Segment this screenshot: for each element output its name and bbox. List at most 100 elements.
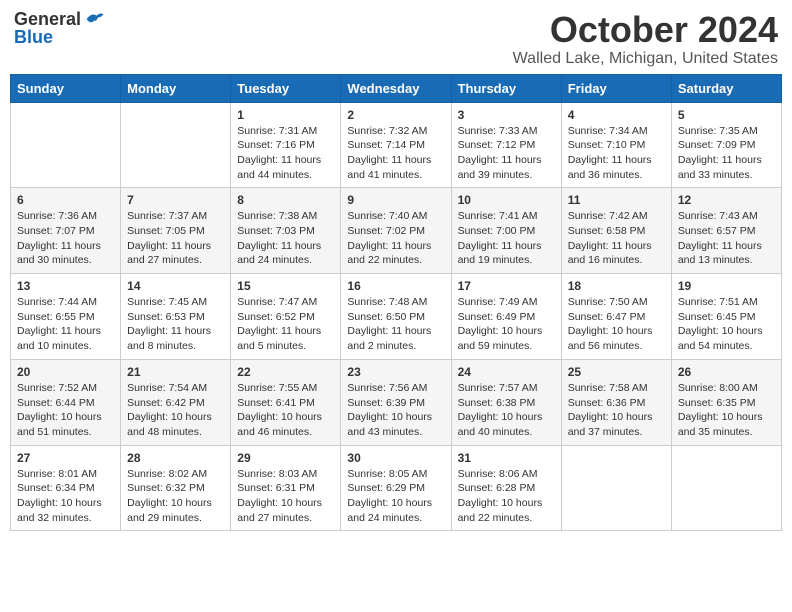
- logo-general-text: General: [14, 10, 81, 28]
- location-subtitle: Walled Lake, Michigan, United States: [513, 50, 778, 68]
- day-number: 2: [347, 108, 444, 122]
- calendar-day-cell: 20Sunrise: 7:52 AMSunset: 6:44 PMDayligh…: [11, 359, 121, 445]
- calendar-day-cell: 19 Sunrise: 7:51 AMSunset: 6:45 PMDayligh…: [671, 274, 781, 360]
- weekday-header-cell: Tuesday: [231, 74, 341, 102]
- calendar-day-cell: 27Sunrise: 8:01 AMSunset: 6:34 PMDayligh…: [11, 445, 121, 531]
- calendar-day-cell: 5 Sunrise: 7:35 AMSunset: 7:09 PMDaylight…: [671, 102, 781, 188]
- day-info: Sunrise: 7:37 AMSunset: 7:05 PMDaylight:…: [127, 209, 224, 268]
- day-info: Sunrise: 7:35 AMSunset: 7:09 PMDaylight:…: [678, 124, 775, 183]
- calendar-day-cell: 15 Sunrise: 7:47 AMSunset: 6:52 PMDayligh…: [231, 274, 341, 360]
- day-info: Sunrise: 7:32 AMSunset: 7:14 PMDaylight:…: [347, 124, 444, 183]
- calendar-week-row: 6Sunrise: 7:36 AMSunset: 7:07 PMDaylight…: [11, 188, 782, 274]
- calendar-day-cell: 7 Sunrise: 7:37 AMSunset: 7:05 PMDaylight…: [121, 188, 231, 274]
- calendar-day-cell: 21 Sunrise: 7:54 AMSunset: 6:42 PMDayligh…: [121, 359, 231, 445]
- calendar-day-cell: 1Sunrise: 7:31 AMSunset: 7:16 PMDaylight…: [231, 102, 341, 188]
- calendar-day-cell: 8Sunrise: 7:38 AMSunset: 7:03 PMDaylight…: [231, 188, 341, 274]
- day-info: Sunrise: 7:34 AMSunset: 7:10 PMDaylight:…: [568, 124, 665, 183]
- day-number: 23: [347, 365, 444, 379]
- day-number: 1: [237, 108, 334, 122]
- calendar-day-cell: 23 Sunrise: 7:56 AMSunset: 6:39 PMDayligh…: [341, 359, 451, 445]
- calendar-week-row: 20Sunrise: 7:52 AMSunset: 6:44 PMDayligh…: [11, 359, 782, 445]
- day-number: 24: [458, 365, 555, 379]
- calendar-week-row: 13 Sunrise: 7:44 AMSunset: 6:55 PMDayligh…: [11, 274, 782, 360]
- calendar-day-cell: 9Sunrise: 7:40 AMSunset: 7:02 PMDaylight…: [341, 188, 451, 274]
- weekday-header-cell: Monday: [121, 74, 231, 102]
- calendar-day-cell: 2 Sunrise: 7:32 AMSunset: 7:14 PMDaylight…: [341, 102, 451, 188]
- day-number: 7: [127, 193, 224, 207]
- day-info: Sunrise: 7:56 AMSunset: 6:39 PMDaylight:…: [347, 381, 444, 440]
- calendar-day-cell: 11Sunrise: 7:42 AMSunset: 6:58 PMDayligh…: [561, 188, 671, 274]
- day-info: Sunrise: 7:55 AMSunset: 6:41 PMDaylight:…: [237, 381, 334, 440]
- day-number: 10: [458, 193, 555, 207]
- calendar-day-cell: 10 Sunrise: 7:41 AMSunset: 7:00 PMDayligh…: [451, 188, 561, 274]
- day-info: Sunrise: 7:45 AMSunset: 6:53 PMDaylight:…: [127, 295, 224, 354]
- day-number: 8: [237, 193, 334, 207]
- logo-blue-text: Blue: [14, 27, 53, 47]
- day-number: 16: [347, 279, 444, 293]
- calendar-day-cell: [121, 102, 231, 188]
- day-number: 26: [678, 365, 775, 379]
- day-number: 11: [568, 193, 665, 207]
- day-info: Sunrise: 7:40 AMSunset: 7:02 PMDaylight:…: [347, 209, 444, 268]
- day-info: Sunrise: 8:03 AMSunset: 6:31 PMDaylight:…: [237, 467, 334, 526]
- day-info: Sunrise: 7:49 AMSunset: 6:49 PMDaylight:…: [458, 295, 555, 354]
- day-number: 13: [17, 279, 114, 293]
- calendar-day-cell: 16 Sunrise: 7:48 AMSunset: 6:50 PMDayligh…: [341, 274, 451, 360]
- calendar-week-row: 27Sunrise: 8:01 AMSunset: 6:34 PMDayligh…: [11, 445, 782, 531]
- day-info: Sunrise: 8:01 AMSunset: 6:34 PMDaylight:…: [17, 467, 114, 526]
- calendar-header: SundayMondayTuesdayWednesdayThursdayFrid…: [11, 74, 782, 102]
- day-number: 17: [458, 279, 555, 293]
- logo-bird-icon: [85, 10, 105, 28]
- calendar-week-row: 1Sunrise: 7:31 AMSunset: 7:16 PMDaylight…: [11, 102, 782, 188]
- day-number: 3: [458, 108, 555, 122]
- day-number: 4: [568, 108, 665, 122]
- calendar-day-cell: 18 Sunrise: 7:50 AMSunset: 6:47 PMDayligh…: [561, 274, 671, 360]
- day-number: 21: [127, 365, 224, 379]
- day-number: 15: [237, 279, 334, 293]
- day-info: Sunrise: 8:06 AMSunset: 6:28 PMDaylight:…: [458, 467, 555, 526]
- page-header: General Blue October 2024 Walled Lake, M…: [10, 10, 782, 68]
- day-number: 12: [678, 193, 775, 207]
- calendar-day-cell: 4 Sunrise: 7:34 AMSunset: 7:10 PMDaylight…: [561, 102, 671, 188]
- month-title: October 2024: [513, 10, 778, 50]
- day-info: Sunrise: 7:41 AMSunset: 7:00 PMDaylight:…: [458, 209, 555, 268]
- weekday-header-cell: Friday: [561, 74, 671, 102]
- day-info: Sunrise: 7:50 AMSunset: 6:47 PMDaylight:…: [568, 295, 665, 354]
- weekday-header-cell: Wednesday: [341, 74, 451, 102]
- calendar-day-cell: 26Sunrise: 8:00 AMSunset: 6:35 PMDayligh…: [671, 359, 781, 445]
- day-info: Sunrise: 7:54 AMSunset: 6:42 PMDaylight:…: [127, 381, 224, 440]
- weekday-header-cell: Thursday: [451, 74, 561, 102]
- day-info: Sunrise: 7:43 AMSunset: 6:57 PMDaylight:…: [678, 209, 775, 268]
- calendar-day-cell: 30 Sunrise: 8:05 AMSunset: 6:29 PMDayligh…: [341, 445, 451, 531]
- day-number: 19: [678, 279, 775, 293]
- calendar-day-cell: [561, 445, 671, 531]
- day-info: Sunrise: 7:52 AMSunset: 6:44 PMDaylight:…: [17, 381, 114, 440]
- calendar-day-cell: 22 Sunrise: 7:55 AMSunset: 6:41 PMDayligh…: [231, 359, 341, 445]
- logo: General Blue: [14, 10, 105, 48]
- weekday-header-cell: Sunday: [11, 74, 121, 102]
- calendar-day-cell: 28Sunrise: 8:02 AMSunset: 6:32 PMDayligh…: [121, 445, 231, 531]
- day-number: 30: [347, 451, 444, 465]
- weekday-header-row: SundayMondayTuesdayWednesdayThursdayFrid…: [11, 74, 782, 102]
- day-info: Sunrise: 7:47 AMSunset: 6:52 PMDaylight:…: [237, 295, 334, 354]
- day-number: 28: [127, 451, 224, 465]
- calendar-day-cell: 12 Sunrise: 7:43 AMSunset: 6:57 PMDayligh…: [671, 188, 781, 274]
- day-info: Sunrise: 7:36 AMSunset: 7:07 PMDaylight:…: [17, 209, 114, 268]
- day-number: 18: [568, 279, 665, 293]
- calendar-day-cell: [671, 445, 781, 531]
- day-info: Sunrise: 7:33 AMSunset: 7:12 PMDaylight:…: [458, 124, 555, 183]
- day-info: Sunrise: 7:44 AMSunset: 6:55 PMDaylight:…: [17, 295, 114, 354]
- day-info: Sunrise: 8:05 AMSunset: 6:29 PMDaylight:…: [347, 467, 444, 526]
- day-number: 5: [678, 108, 775, 122]
- calendar-day-cell: 24Sunrise: 7:57 AMSunset: 6:38 PMDayligh…: [451, 359, 561, 445]
- calendar-day-cell: 13 Sunrise: 7:44 AMSunset: 6:55 PMDayligh…: [11, 274, 121, 360]
- weekday-header-cell: Saturday: [671, 74, 781, 102]
- day-info: Sunrise: 7:51 AMSunset: 6:45 PMDaylight:…: [678, 295, 775, 354]
- day-info: Sunrise: 7:48 AMSunset: 6:50 PMDaylight:…: [347, 295, 444, 354]
- calendar-day-cell: [11, 102, 121, 188]
- day-number: 22: [237, 365, 334, 379]
- day-info: Sunrise: 7:58 AMSunset: 6:36 PMDaylight:…: [568, 381, 665, 440]
- calendar-day-cell: 25Sunrise: 7:58 AMSunset: 6:36 PMDayligh…: [561, 359, 671, 445]
- calendar-day-cell: 14Sunrise: 7:45 AMSunset: 6:53 PMDayligh…: [121, 274, 231, 360]
- calendar-day-cell: 29Sunrise: 8:03 AMSunset: 6:31 PMDayligh…: [231, 445, 341, 531]
